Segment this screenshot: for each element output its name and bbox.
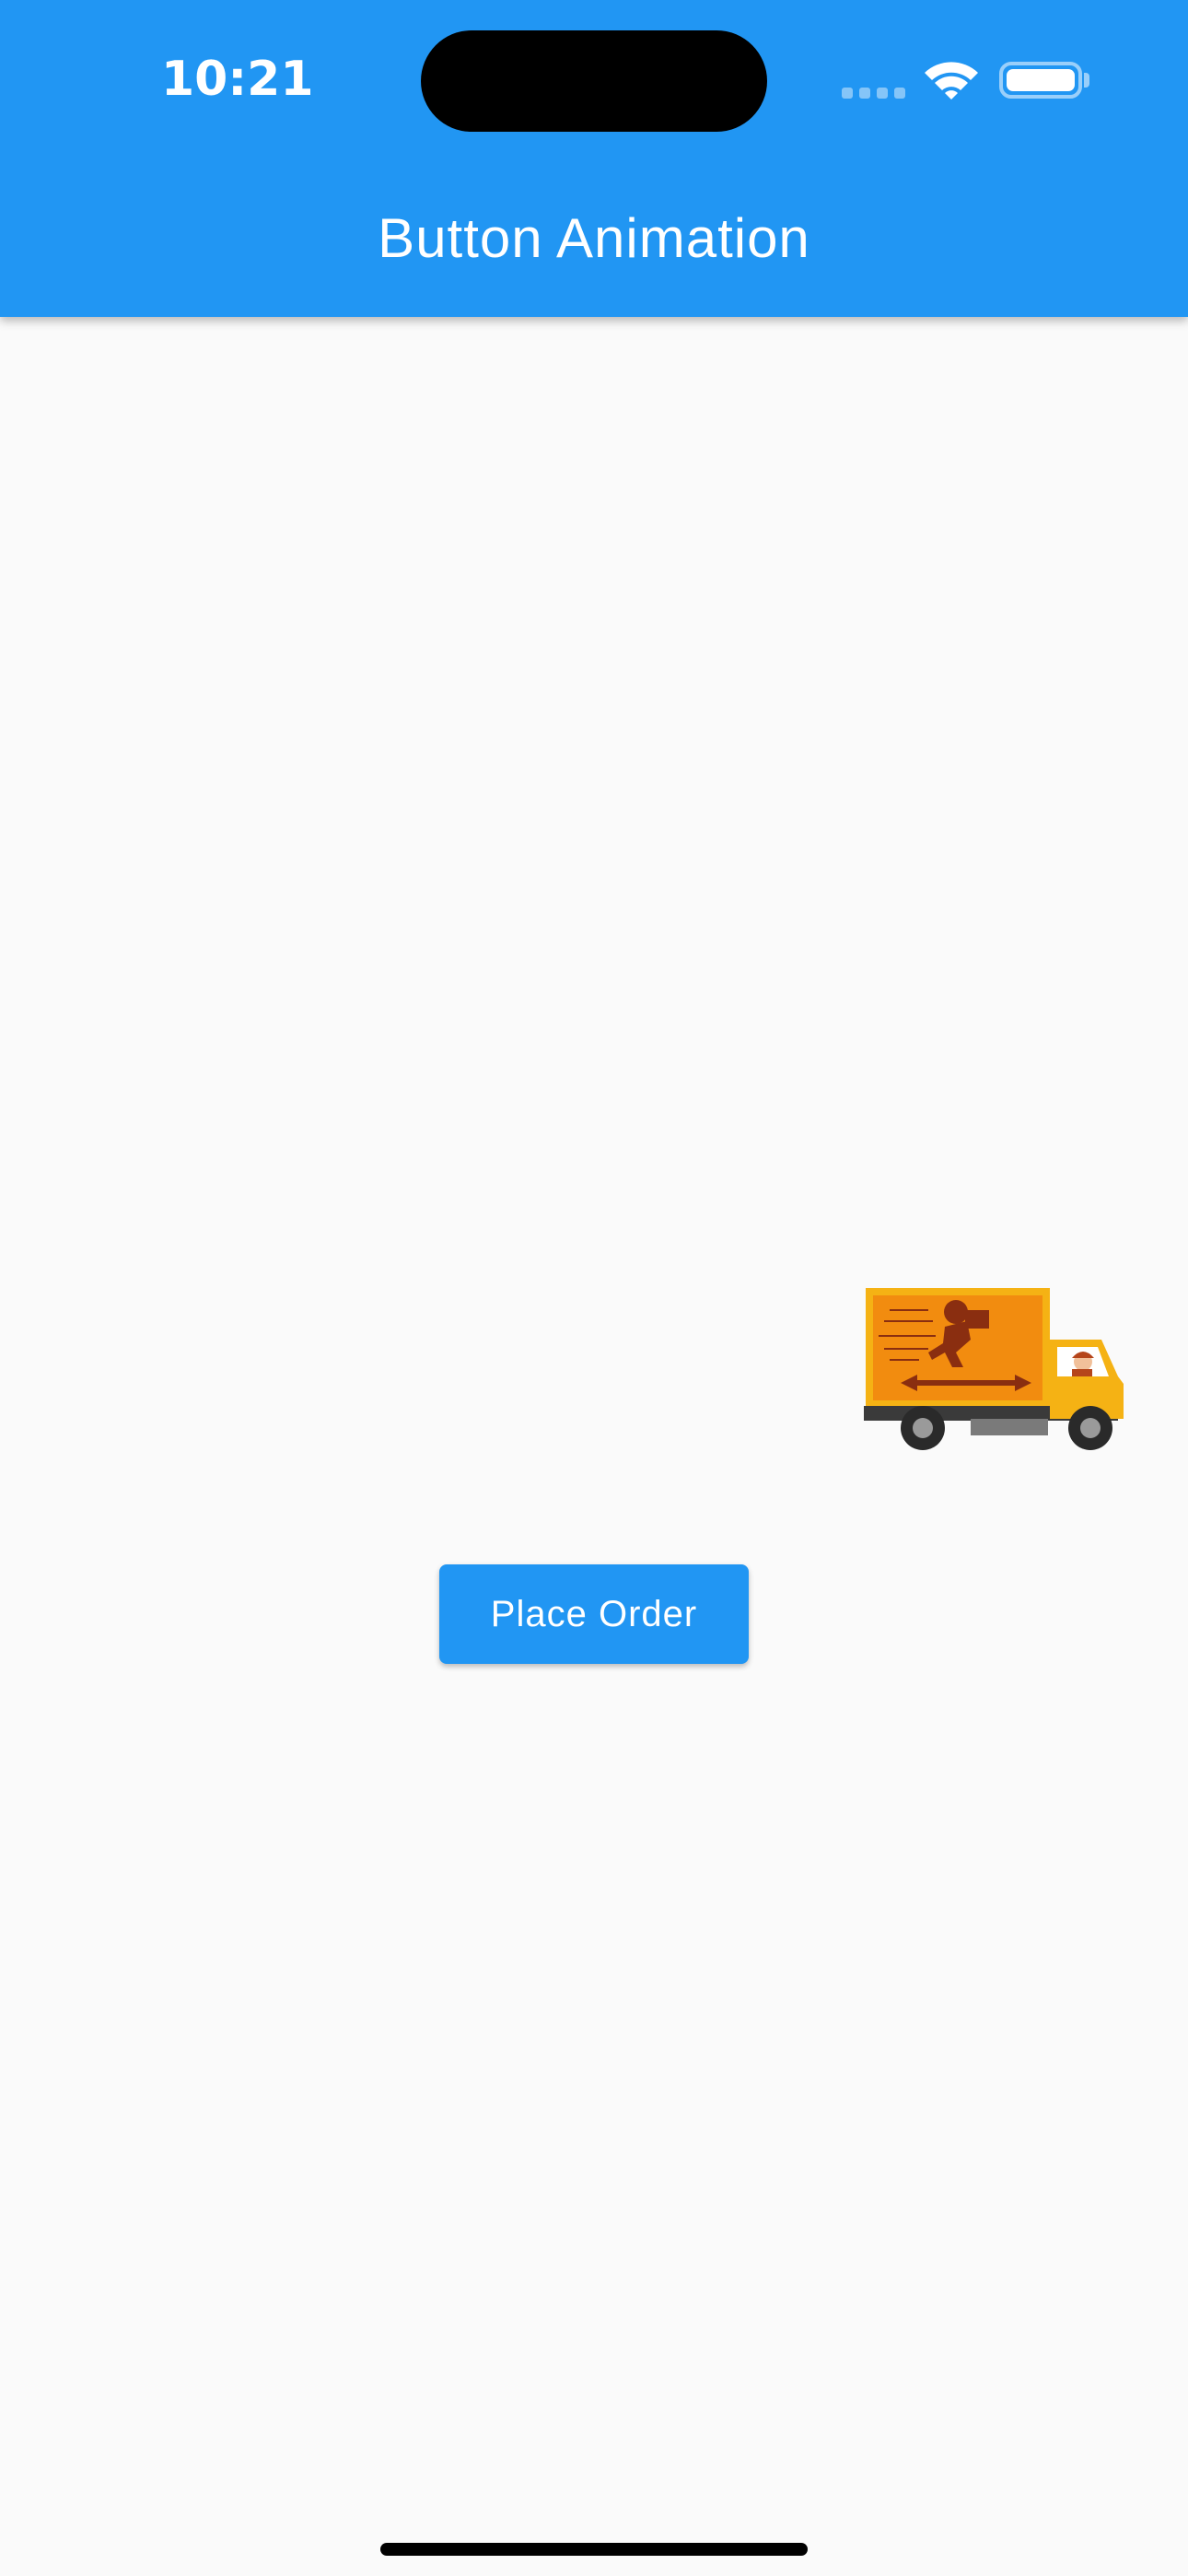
cellular-signal-icon bbox=[842, 88, 906, 99]
page-title: Button Animation bbox=[378, 207, 810, 269]
delivery-truck-icon bbox=[864, 1288, 1124, 1450]
dynamic-island bbox=[421, 30, 767, 132]
status-bar-time: 10:21 bbox=[161, 52, 314, 107]
app-bar: 10:21 Button Animation bbox=[0, 0, 1188, 317]
wifi-icon bbox=[925, 62, 978, 100]
home-indicator[interactable] bbox=[380, 2543, 808, 2556]
battery-icon bbox=[999, 62, 1082, 99]
place-order-button[interactable]: Place Order bbox=[439, 1564, 749, 1664]
battery-cap bbox=[1084, 73, 1089, 88]
